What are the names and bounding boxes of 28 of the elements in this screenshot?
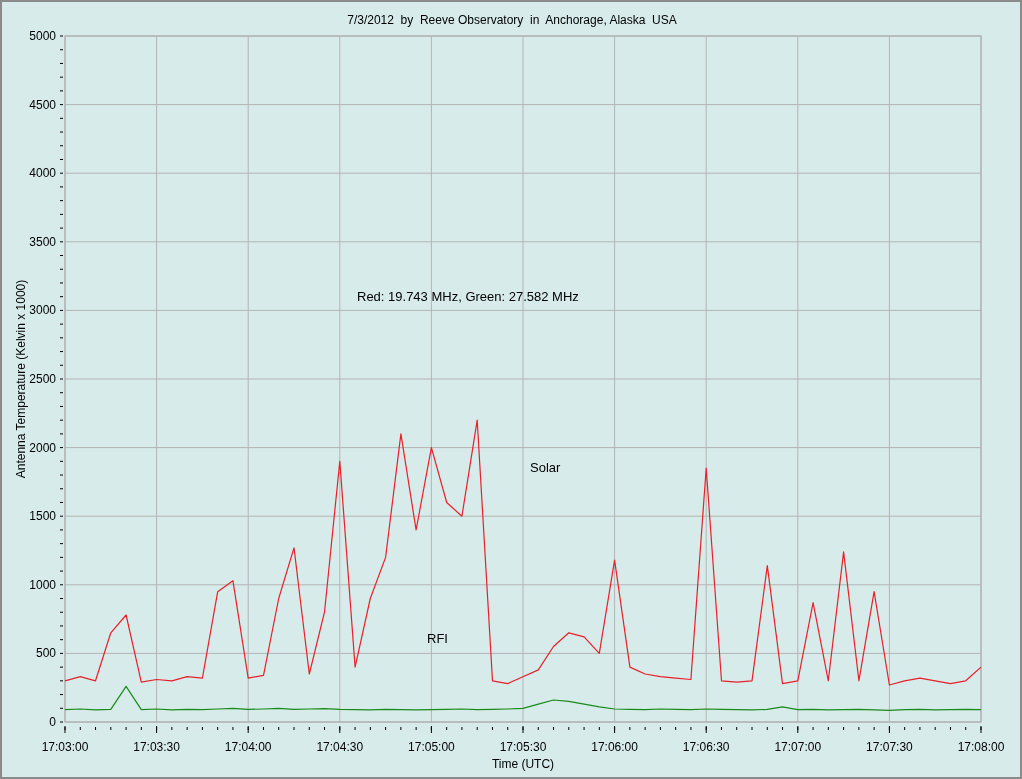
axis-tick-label: 500 [35,646,56,661]
axis-tick-label: 17:08:00 [957,740,1005,754]
chart-annotation: Red: 19.743 MHz, Green: 27.582 MHz [357,289,579,304]
axis-title: Antenna Temperature (Kelvin x 1000) [14,279,28,479]
axis-tick-label: 17:04:00 [224,740,272,754]
axis-title: Time (UTC) [491,757,555,771]
chart-annotation: RFI [427,631,448,646]
axis-tick-label: 4500 [29,97,56,112]
axis-tick-label: 17:05:00 [408,740,455,754]
axis-tick-label: 3500 [29,234,56,249]
axis-tick-label: 17:03:30 [133,740,180,754]
axis-tick-label: 3000 [29,303,56,318]
axis-tick-label: 17:03:00 [41,740,89,754]
axis-tick-label: 17:05:30 [499,740,547,754]
axis-tick-label: 2500 [29,372,56,386]
chart-title: 7/3/2012 by Reeve Observatory in Anchorage, Alaska USA [347,13,677,27]
axis-tick-label: 17:06:00 [591,740,638,754]
axis-tick-label: 17:04:30 [316,740,364,754]
chart-annotation: Solar [530,460,561,475]
axis-tick-label: 5000 [29,29,56,43]
axis-tick-label: 0 [49,715,56,729]
axis-tick-label: 17:06:30 [682,740,730,754]
axis-tick-label: 4000 [29,166,56,181]
axis-tick-label: 1000 [29,577,56,592]
axis-tick-label: 17:07:30 [866,740,913,754]
axis-tick-label: 2000 [29,440,56,455]
axis-tick-label: 1500 [29,509,56,524]
axis-tick-label: 17:07:00 [774,740,822,754]
